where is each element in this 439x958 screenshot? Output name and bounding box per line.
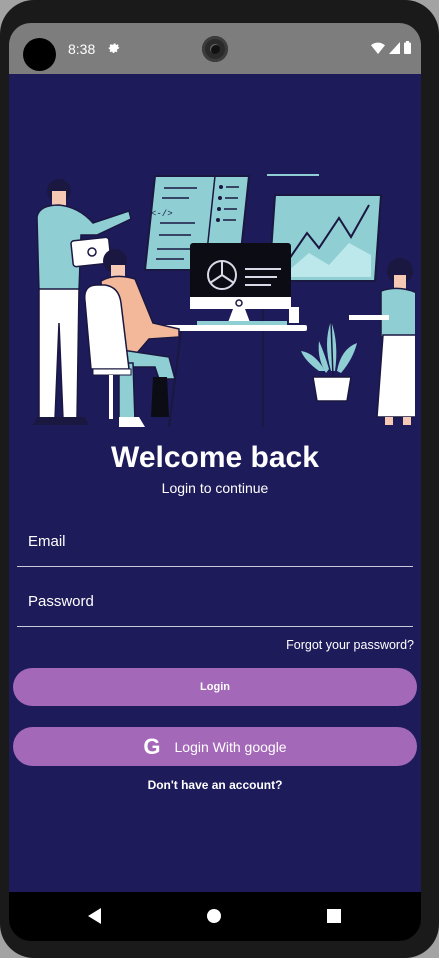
google-icon: G bbox=[143, 733, 161, 759]
device-frame: 8:38 <-/> Welcome back Login to continue… bbox=[0, 0, 439, 958]
settings-icon bbox=[108, 43, 120, 54]
signup-link[interactable]: Don't have an account? bbox=[9, 778, 421, 792]
plant-icon bbox=[301, 320, 357, 402]
battery-icon bbox=[404, 41, 411, 54]
login-button[interactable]: Login bbox=[13, 668, 417, 706]
system-icons bbox=[371, 41, 411, 54]
password-field[interactable]: Password bbox=[17, 583, 413, 627]
google-login-button[interactable]: G Login With google bbox=[13, 727, 417, 766]
status-time: 8:38 bbox=[68, 41, 96, 57]
app-screen: 8:38 <-/> Welcome back Login to continue… bbox=[9, 23, 421, 941]
email-label: Email bbox=[28, 533, 66, 550]
email-field[interactable]: Email bbox=[17, 523, 413, 567]
hero-illustration: <-/> bbox=[33, 174, 415, 427]
camera-cutout bbox=[23, 38, 56, 71]
welcome-title: Welcome back bbox=[111, 441, 319, 474]
recents-icon[interactable] bbox=[327, 909, 341, 923]
signal-icon bbox=[389, 41, 400, 54]
status-bar: 8:38 bbox=[9, 23, 421, 74]
forgot-password-link[interactable]: Forgot your password? bbox=[286, 638, 414, 652]
woman-figure bbox=[349, 258, 415, 425]
welcome-subtitle: Login to continue bbox=[161, 480, 269, 496]
google-login-label: Login With google bbox=[174, 738, 287, 755]
navigation-bar bbox=[9, 892, 421, 941]
home-icon[interactable] bbox=[207, 909, 221, 923]
front-camera bbox=[202, 36, 228, 62]
code-text: <-/> bbox=[151, 209, 173, 219]
password-label: Password bbox=[28, 593, 94, 610]
wifi-icon bbox=[371, 42, 385, 54]
back-icon[interactable] bbox=[88, 908, 101, 924]
pie-chart-icon bbox=[190, 243, 291, 325]
